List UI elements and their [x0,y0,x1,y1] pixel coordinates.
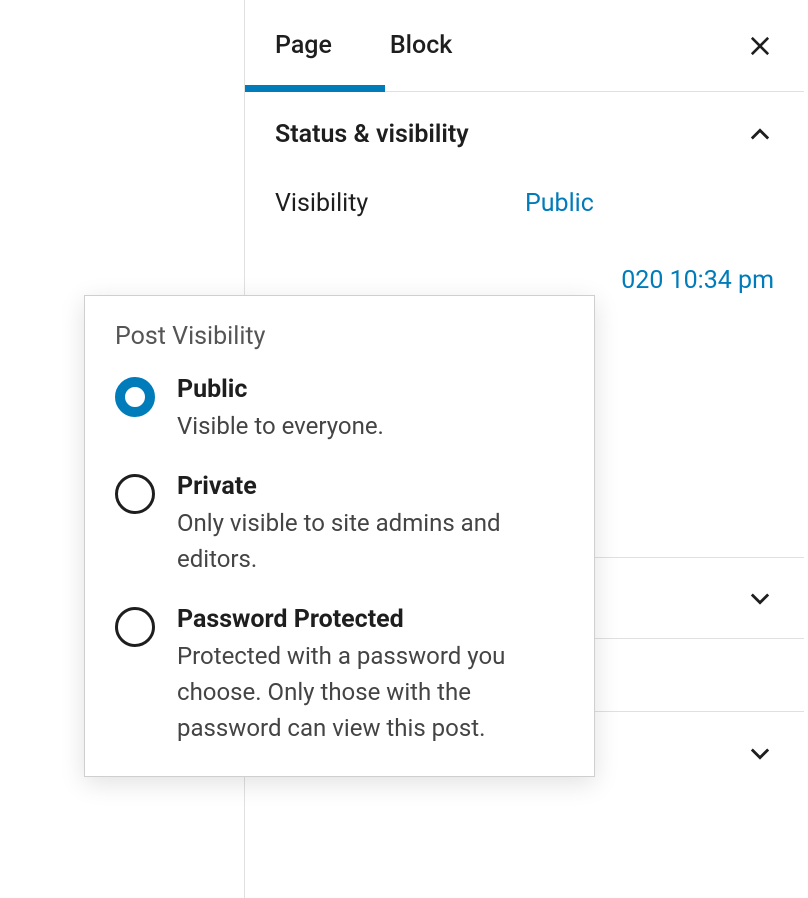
tabs: Page Block [245,0,804,92]
visibility-option-password[interactable]: Password Protected Protected with a pass… [115,605,564,746]
visibility-value[interactable]: Public [525,189,594,218]
radio-icon [115,377,155,417]
visibility-row: Visibility Public [275,177,774,230]
close-sidebar-button[interactable] [740,26,780,66]
option-text: Password Protected Protected with a pass… [177,605,564,746]
option-label: Private [177,472,564,501]
option-desc: Visible to everyone. [177,408,564,444]
option-text: Private Only visible to site admins and … [177,472,564,577]
radio-icon [115,474,155,514]
post-visibility-popover: Post Visibility Public Visible to everyo… [84,295,595,777]
tab-page[interactable]: Page [275,3,332,88]
visibility-option-private[interactable]: Private Only visible to site admins and … [115,472,564,577]
option-desc: Only visible to site admins and editors. [177,505,564,577]
publish-date-value[interactable]: 020 10:34 pm [621,266,774,295]
chevron-down-icon [746,739,774,767]
popover-title: Post Visibility [115,322,564,351]
tab-block[interactable]: Block [390,3,452,88]
option-desc: Protected with a password you choose. On… [177,638,564,746]
option-text: Public Visible to everyone. [177,375,564,444]
radio-icon [115,607,155,647]
close-icon [746,32,774,60]
section-title: Status & visibility [275,120,469,149]
option-label: Public [177,375,564,404]
chevron-up-icon [746,121,774,149]
visibility-label: Visibility [275,189,525,218]
visibility-option-public[interactable]: Public Visible to everyone. [115,375,564,444]
section-status-visibility[interactable]: Status & visibility [245,92,804,177]
chevron-down-icon [746,584,774,612]
option-label: Password Protected [177,605,564,634]
